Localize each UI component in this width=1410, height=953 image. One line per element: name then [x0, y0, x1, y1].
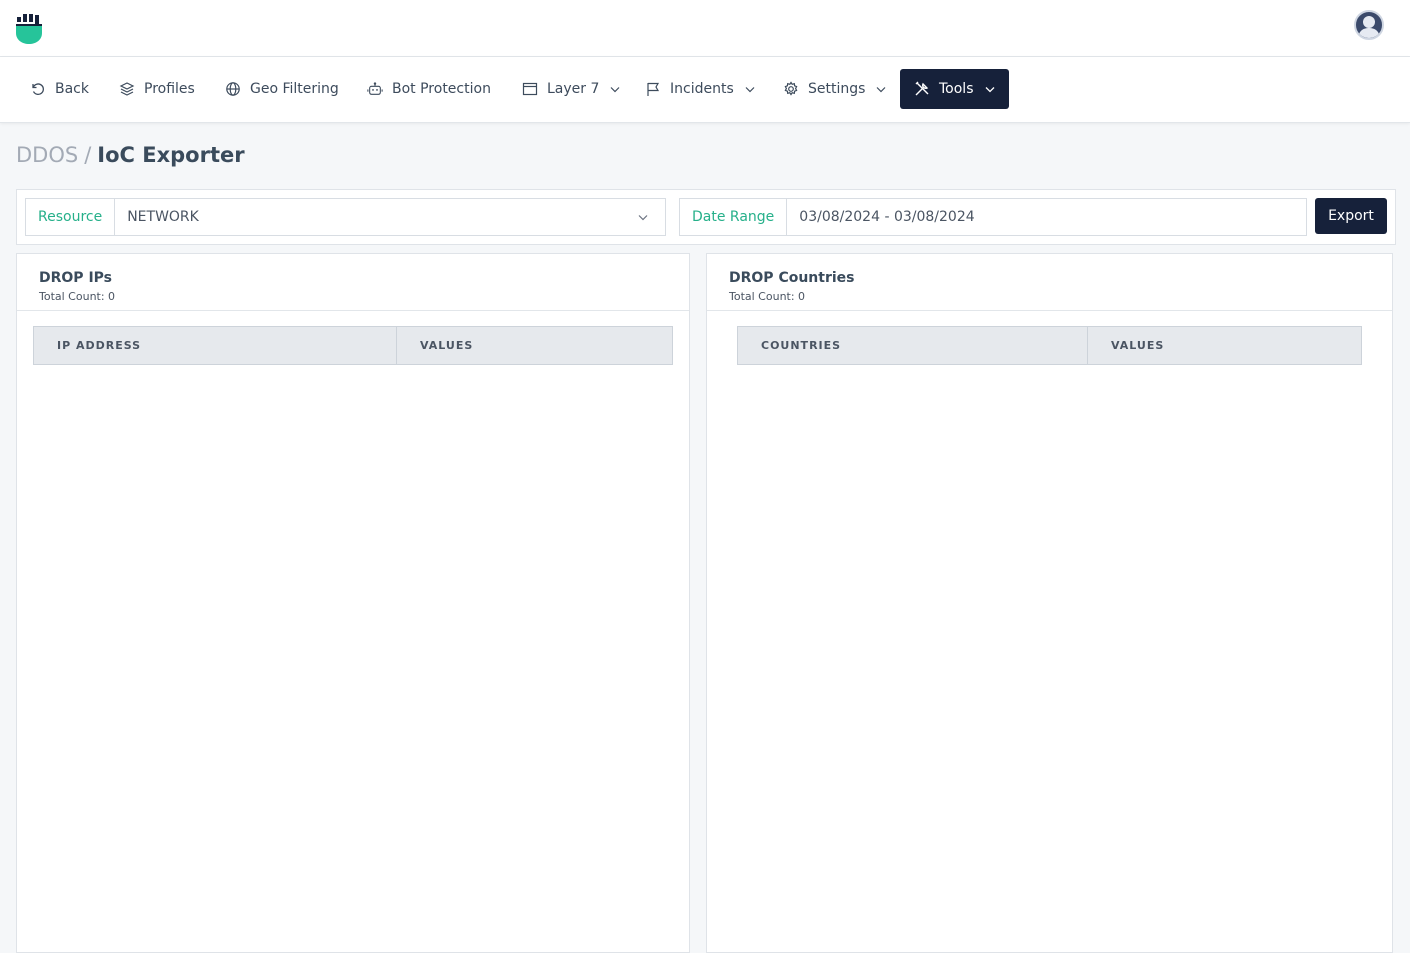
- drop-ips-header: DROP IPs Total Count: 0: [17, 254, 689, 311]
- drop-ips-panel: DROP IPs Total Count: 0 IP ADDRESS VALUE…: [16, 253, 690, 953]
- nav-incidents-dropdown[interactable]: Incidents: [645, 69, 756, 109]
- date-range-picker[interactable]: Date Range 03/08/2024 - 03/08/2024: [679, 198, 1307, 236]
- nav-profiles-button[interactable]: Profiles: [119, 69, 195, 109]
- date-range-value: 03/08/2024 - 03/08/2024: [799, 209, 975, 225]
- nav-geo-filtering-label: Geo Filtering: [250, 81, 339, 97]
- drop-countries-title: DROP Countries: [729, 270, 855, 286]
- nav-settings-label: Settings: [808, 81, 866, 97]
- nav-layer7-label: Layer 7: [547, 81, 600, 97]
- resource-value: NETWORK: [127, 209, 199, 225]
- nav-profiles-label: Profiles: [144, 81, 195, 97]
- nav-tools-dropdown[interactable]: Tools: [900, 69, 1009, 109]
- drop-countries-table-header: COUNTRIES VALUES: [737, 326, 1362, 365]
- globe-icon: [225, 81, 241, 97]
- nav-back-label: Back: [55, 81, 89, 97]
- chevron-down-icon: [875, 83, 887, 95]
- nav-geo-filtering-button[interactable]: Geo Filtering: [225, 69, 339, 109]
- user-avatar[interactable]: [1354, 10, 1384, 40]
- robot-icon: [367, 81, 383, 97]
- breadcrumb-parent[interactable]: DDOS: [16, 143, 78, 167]
- nav-settings-dropdown[interactable]: Settings: [783, 69, 887, 109]
- drop-countries-panel: DROP Countries Total Count: 0 COUNTRIES …: [706, 253, 1393, 953]
- nav-bot-protection-label: Bot Protection: [392, 81, 491, 97]
- filter-bar: Resource NETWORK Date Range 03/08/2024 -…: [16, 189, 1396, 245]
- drop-ips-table-header: IP ADDRESS VALUES: [33, 326, 673, 365]
- nav-incidents-label: Incidents: [670, 81, 734, 97]
- brand-logo-icon[interactable]: [16, 13, 44, 45]
- undo-icon: [30, 81, 46, 97]
- gear-icon: [783, 81, 799, 97]
- breadcrumb: DDOS / IoC Exporter: [16, 143, 245, 167]
- drop-countries-header: DROP Countries Total Count: 0: [707, 254, 1392, 311]
- chevron-down-icon: [609, 83, 621, 95]
- window-icon: [522, 81, 538, 97]
- chevron-down-icon: [744, 83, 756, 95]
- breadcrumb-separator: /: [84, 143, 92, 167]
- top-bar: [0, 0, 1410, 57]
- chevron-down-icon: [984, 83, 996, 95]
- column-header-countries[interactable]: COUNTRIES: [738, 327, 1087, 364]
- nav-tools-label: Tools: [939, 81, 974, 97]
- tools-icon: [914, 81, 930, 97]
- flag-icon: [645, 81, 661, 97]
- export-button[interactable]: Export: [1315, 198, 1387, 234]
- chevron-down-icon: [637, 211, 649, 223]
- drop-countries-count: Total Count: 0: [729, 290, 806, 303]
- nav-back-button[interactable]: Back: [30, 69, 89, 109]
- layers-icon: [119, 81, 135, 97]
- main-nav: Back Profiles Geo Filtering Bot Protecti…: [0, 57, 1410, 123]
- drop-ips-count: Total Count: 0: [39, 290, 116, 303]
- column-header-ip-address[interactable]: IP ADDRESS: [34, 327, 396, 364]
- date-range-label: Date Range: [680, 199, 788, 235]
- column-header-values[interactable]: VALUES: [396, 327, 672, 364]
- page-title: IoC Exporter: [97, 143, 245, 167]
- nav-bot-protection-button[interactable]: Bot Protection: [367, 69, 491, 109]
- drop-ips-title: DROP IPs: [39, 270, 112, 286]
- column-header-values[interactable]: VALUES: [1087, 327, 1361, 364]
- resource-label: Resource: [26, 199, 116, 235]
- nav-layer7-dropdown[interactable]: Layer 7: [522, 69, 621, 109]
- resource-select[interactable]: Resource NETWORK: [25, 198, 666, 236]
